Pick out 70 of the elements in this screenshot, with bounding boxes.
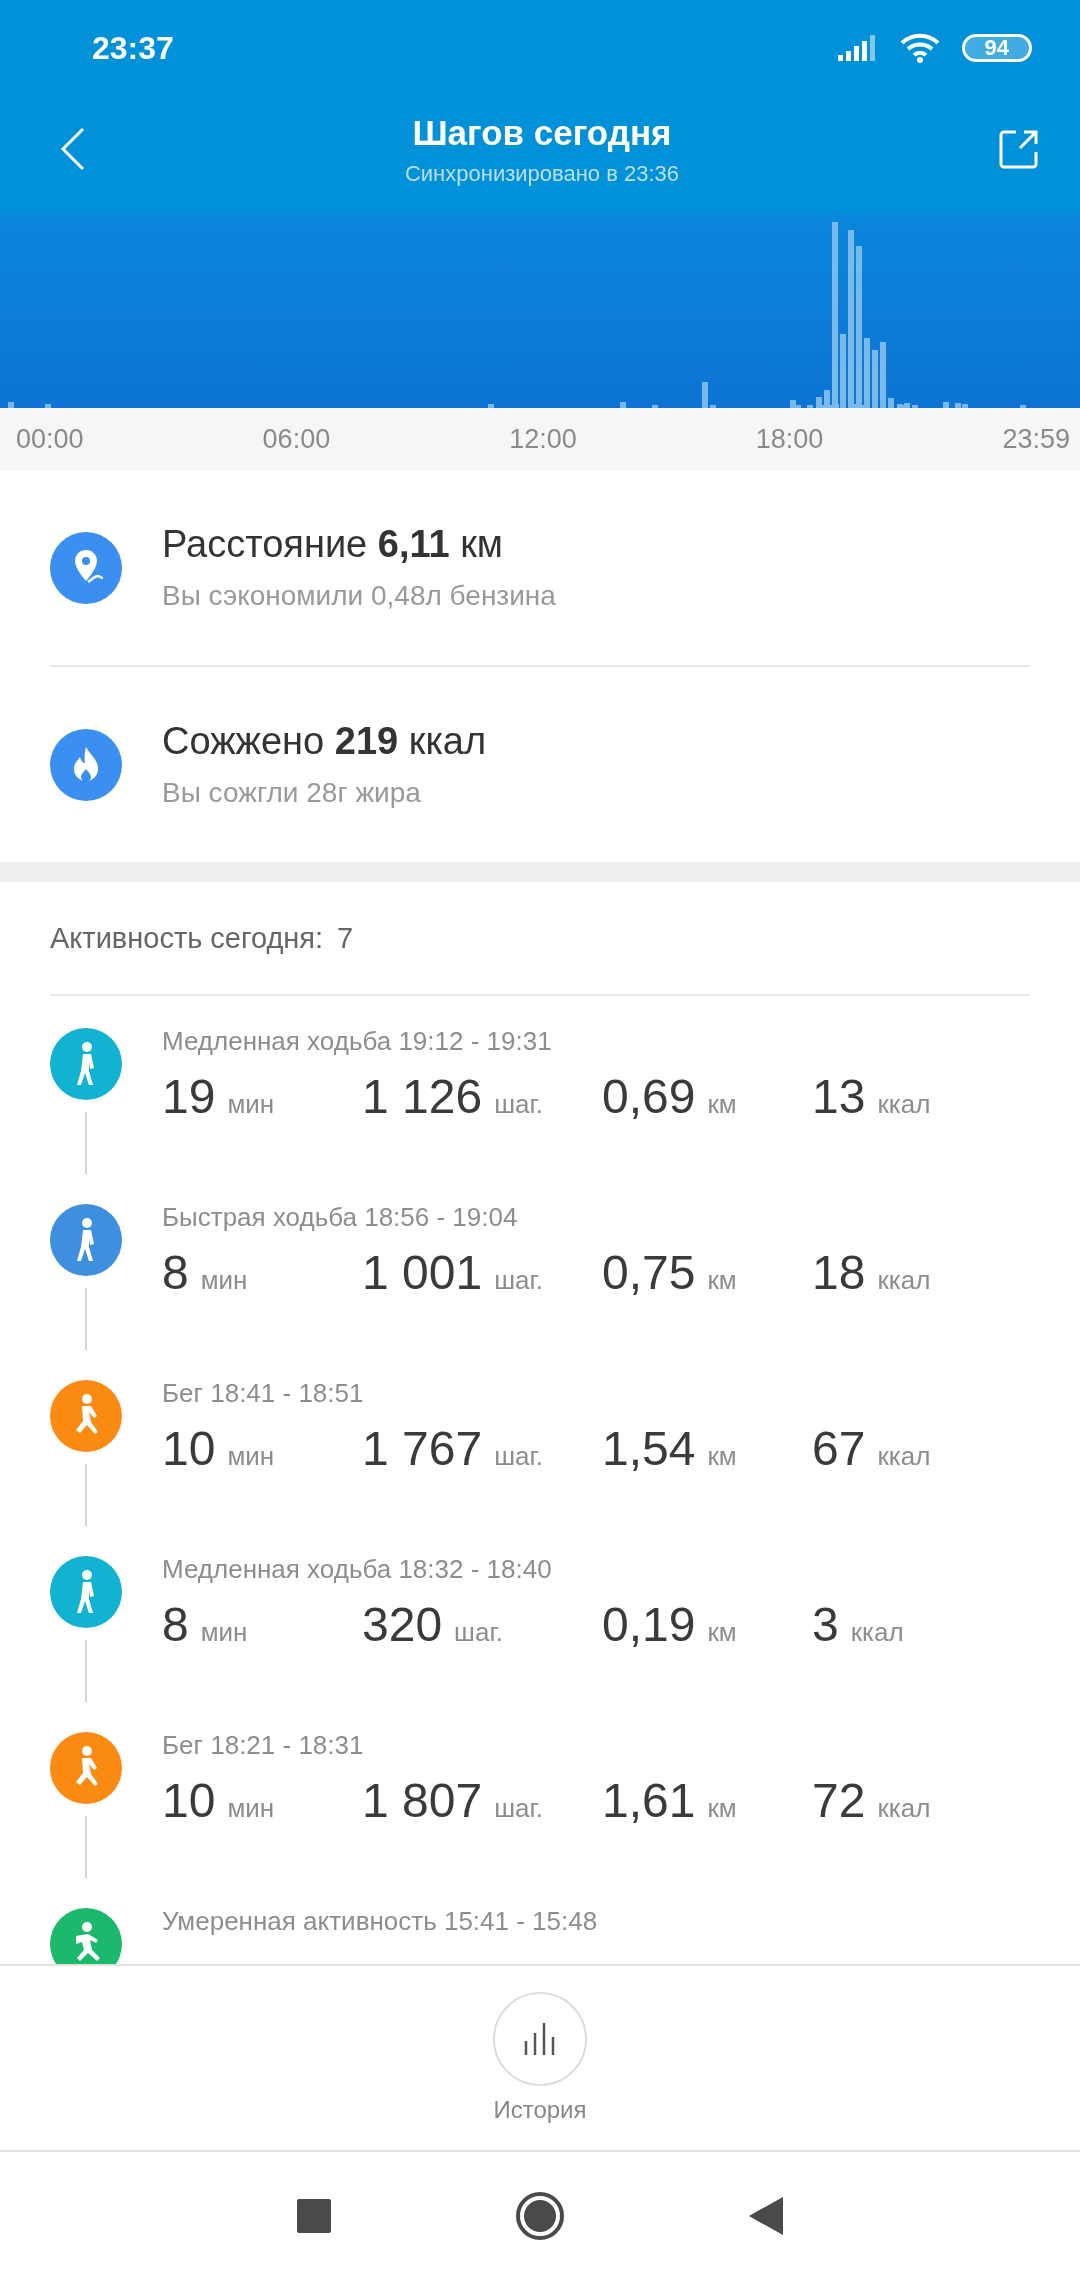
sync-status: Синхронизировано в 23:36: [404, 160, 680, 187]
stat-unit: шаг.: [494, 1793, 543, 1824]
axis-label: 18:00: [755, 423, 824, 455]
wifi-icon: [899, 33, 940, 63]
stat-unit: шаг.: [494, 1441, 543, 1472]
stat-value: 13: [812, 1069, 866, 1124]
activity-title: Умеренная активность 15:41 - 15:48: [162, 1906, 598, 1937]
stat-value: 320: [362, 1597, 443, 1652]
bar-chart-icon: [523, 2021, 557, 2057]
activity-heading: Активность сегодня:: [50, 921, 324, 955]
stat-unit: ккал: [877, 1441, 931, 1472]
stat-unit: мин: [200, 1617, 248, 1648]
stat-value: 1,61: [602, 1773, 696, 1828]
activity-title: Медленная ходьба 18:32 - 18:40: [162, 1554, 553, 1585]
axis-label: 12:00: [509, 423, 577, 455]
history-label: История: [493, 2096, 587, 2124]
summary-title: Сожжено 219 ккал: [162, 720, 487, 763]
stat-unit: км: [707, 1793, 737, 1824]
stat-value: 0,75: [602, 1245, 696, 1300]
stat-value: 0,69: [602, 1069, 696, 1124]
stat-unit: шаг.: [494, 1265, 543, 1296]
stat-value: 67: [812, 1421, 866, 1476]
stat-unit: шаг.: [454, 1617, 503, 1648]
summary-title: Расстояние 6,11 км: [162, 523, 504, 566]
signal-icon: [837, 35, 878, 61]
activity-title: Бег 18:41 - 18:51: [162, 1378, 365, 1409]
back-icon[interactable]: [60, 126, 86, 171]
stat-value: 10: [162, 1421, 216, 1476]
status-time: 23:37: [92, 29, 174, 67]
stat-value: 1 767: [362, 1421, 483, 1476]
axis-label: 06:00: [262, 423, 331, 455]
flame-icon: [50, 728, 122, 801]
summary-subtitle: Вы сожгли 28г жира: [162, 777, 422, 809]
stat-value: 19: [162, 1069, 216, 1124]
activity-title: Быстрая ходьба 18:56 - 19:04: [162, 1202, 519, 1233]
stat-unit: мин: [227, 1441, 275, 1472]
stat-value: 1 001: [362, 1245, 483, 1300]
stat-unit: мин: [200, 1265, 248, 1296]
stat-unit: мин: [227, 1793, 275, 1824]
axis-label: 00:00: [16, 423, 84, 455]
stat-unit: ккал: [877, 1793, 931, 1824]
stat-value: 72: [812, 1773, 866, 1828]
stat-value: 3: [812, 1597, 839, 1652]
stat-unit: км: [707, 1617, 737, 1648]
stat-unit: км: [707, 1265, 737, 1296]
back-nav-icon[interactable]: [749, 2197, 783, 2235]
stat-unit: мин: [227, 1089, 275, 1120]
stat-value: 1 126: [362, 1069, 483, 1124]
stat-value: 1 807: [362, 1773, 483, 1828]
location-pin-icon: [50, 531, 122, 604]
activity-title: Медленная ходьба 19:12 - 19:31: [162, 1026, 553, 1057]
summary-subtitle: Вы сэкономили 0,48л бензина: [162, 580, 556, 612]
home-icon[interactable]: [515, 2191, 565, 2241]
stat-value: 0,19: [602, 1597, 696, 1652]
stat-unit: ккал: [877, 1265, 931, 1296]
stat-unit: шаг.: [494, 1089, 543, 1120]
stat-value: 18: [812, 1245, 866, 1300]
activity-count: 7: [337, 921, 354, 955]
stat-unit: км: [707, 1441, 737, 1472]
stat-unit: ккал: [877, 1089, 931, 1120]
stat-unit: км: [707, 1089, 737, 1120]
stat-unit: ккал: [850, 1617, 904, 1648]
activity-title: Бег 18:21 - 18:31: [162, 1730, 365, 1761]
stat-value: 8: [162, 1245, 189, 1300]
battery-indicator: 94: [961, 34, 1032, 62]
stat-value: 10: [162, 1773, 216, 1828]
axis-label: 23:59: [1002, 423, 1070, 455]
stat-value: 1,54: [602, 1421, 696, 1476]
page-title: Шагов сегодня: [411, 112, 673, 153]
stat-value: 8: [162, 1597, 189, 1652]
